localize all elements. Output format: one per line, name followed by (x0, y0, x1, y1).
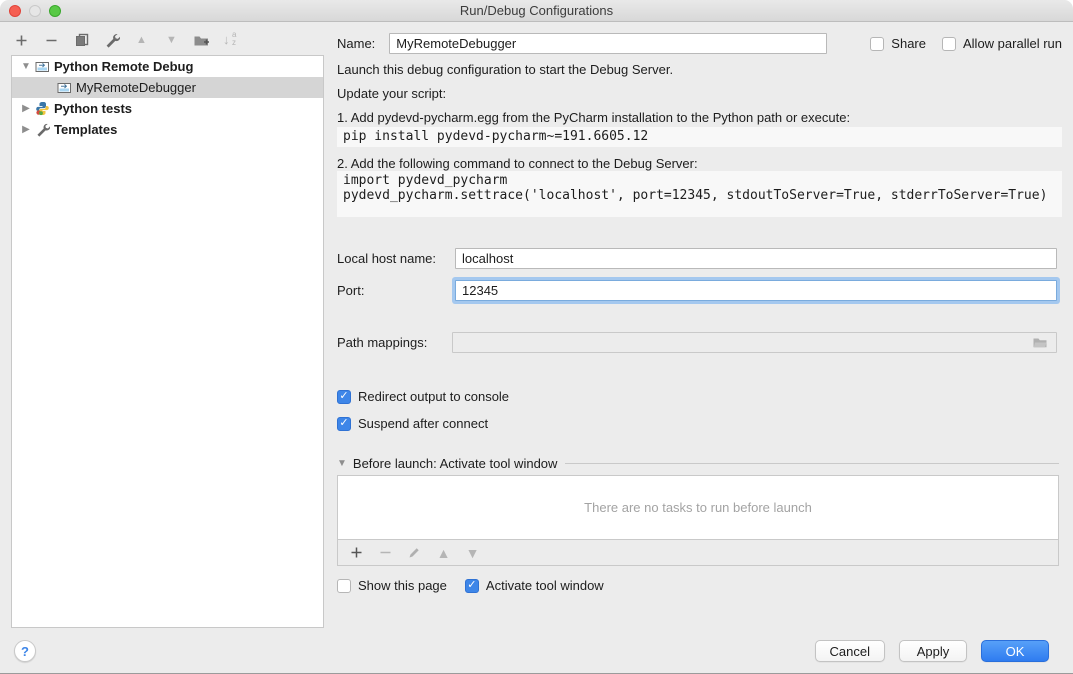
step1-text: 1. Add pydevd-pycharm.egg from the PyCha… (337, 110, 850, 125)
remove-task-icon[interactable] (377, 544, 394, 561)
chevron-down-icon[interactable]: ▼ (18, 61, 34, 72)
ok-button[interactable]: OK (981, 640, 1049, 662)
redirect-output-label: Redirect output to console (358, 389, 509, 404)
chevron-right-icon[interactable]: ▶ (18, 124, 34, 135)
path-mappings-label: Path mappings: (337, 335, 427, 350)
step2-text: 2. Add the following command to connect … (337, 156, 698, 171)
allow-parallel-run-label: Allow parallel run (963, 36, 1062, 51)
chevron-right-icon[interactable]: ▶ (18, 103, 34, 114)
tree-item-label: Python Remote Debug (54, 59, 193, 74)
remove-icon[interactable] (43, 32, 60, 49)
wrench-icon (34, 122, 50, 138)
add-icon[interactable] (13, 32, 30, 49)
allow-parallel-run-checkbox[interactable] (942, 37, 956, 51)
cancel-button[interactable]: Cancel (815, 640, 885, 662)
tree-item-label: Templates (54, 122, 117, 137)
show-this-page-checkbox[interactable] (337, 579, 351, 593)
local-host-name-input[interactable] (455, 248, 1057, 269)
before-launch-tasks-panel: There are no tasks to run before launch … (337, 475, 1059, 566)
port-input[interactable] (455, 280, 1057, 301)
section-divider (565, 463, 1059, 464)
window-title: Run/Debug Configurations (0, 3, 1073, 18)
share-checkbox[interactable] (870, 37, 884, 51)
sort-alphabetically-icon[interactable]: ↓az (223, 32, 241, 48)
configurations-tree: ▼ Python Remote Debug MyRemoteDebugger ▶ (11, 55, 324, 628)
name-label: Name: (337, 36, 375, 51)
remote-debug-icon (56, 80, 72, 96)
apply-button[interactable]: Apply (899, 640, 967, 662)
tree-item-templates[interactable]: ▶ Templates (12, 119, 323, 140)
tasks-toolbar: ▲ ▼ (338, 540, 1058, 565)
add-task-icon[interactable] (348, 544, 365, 561)
intro-text-1: Launch this debug configuration to start… (337, 62, 673, 77)
settrace-code-line2: pydevd_pycharm.settrace('localhost', por… (343, 188, 1047, 203)
pip-install-code: pip install pydevd-pycharm~=191.6605.12 (337, 127, 1062, 147)
edit-pencil-icon[interactable] (406, 544, 423, 561)
share-label: Share (891, 36, 926, 51)
copy-icon[interactable] (73, 32, 90, 49)
python-tests-icon (34, 101, 50, 117)
tree-item-label: MyRemoteDebugger (76, 80, 196, 95)
collapse-triangle-icon[interactable]: ▼ (337, 458, 347, 469)
redirect-output-checkbox[interactable] (337, 390, 351, 404)
run-debug-configurations-dialog: Run/Debug Configurations ▲ ▼ ↓az (0, 0, 1073, 674)
no-tasks-message: There are no tasks to run before launch (338, 476, 1058, 540)
show-this-page-label: Show this page (358, 578, 447, 593)
intro-text-2: Update your script: (337, 86, 446, 101)
settrace-code-line1: import pydevd_pycharm (343, 173, 507, 188)
suspend-after-connect-label: Suspend after connect (358, 416, 488, 431)
move-down-icon[interactable]: ▼ (163, 32, 180, 49)
new-folder-icon[interactable] (193, 32, 210, 49)
configurations-toolbar: ▲ ▼ ↓az (13, 29, 241, 51)
tree-item-python-tests[interactable]: ▶ Python tests (12, 98, 323, 119)
edit-defaults-wrench-icon[interactable] (103, 32, 120, 49)
activate-tool-window-label: Activate tool window (486, 578, 604, 593)
folder-icon[interactable] (1032, 336, 1048, 349)
name-input[interactable] (389, 33, 827, 54)
local-host-name-label: Local host name: (337, 251, 436, 266)
activate-tool-window-checkbox[interactable] (465, 579, 479, 593)
help-button[interactable]: ? (14, 640, 36, 662)
dialog-buttons: Cancel Apply OK (815, 640, 1049, 662)
settrace-code-block: import pydevd_pycharmpydevd_pycharm.sett… (337, 171, 1062, 217)
before-launch-header[interactable]: ▼ Before launch: Activate tool window (337, 456, 1059, 471)
configuration-form: Name: Share Allow parallel run Launch th… (337, 22, 1062, 672)
move-task-down-icon[interactable]: ▼ (464, 544, 481, 561)
tree-item-myremotedebugger[interactable]: MyRemoteDebugger (12, 77, 323, 98)
titlebar: Run/Debug Configurations (0, 0, 1073, 22)
move-task-up-icon[interactable]: ▲ (435, 544, 452, 561)
suspend-after-connect-checkbox[interactable] (337, 417, 351, 431)
tree-item-python-remote-debug[interactable]: ▼ Python Remote Debug (12, 56, 323, 77)
move-up-icon[interactable]: ▲ (133, 32, 150, 49)
tree-item-label: Python tests (54, 101, 132, 116)
before-launch-label: Before launch: Activate tool window (353, 456, 558, 471)
port-label: Port: (337, 283, 364, 298)
path-mappings-input[interactable] (452, 332, 1057, 353)
remote-debug-icon (34, 59, 50, 75)
